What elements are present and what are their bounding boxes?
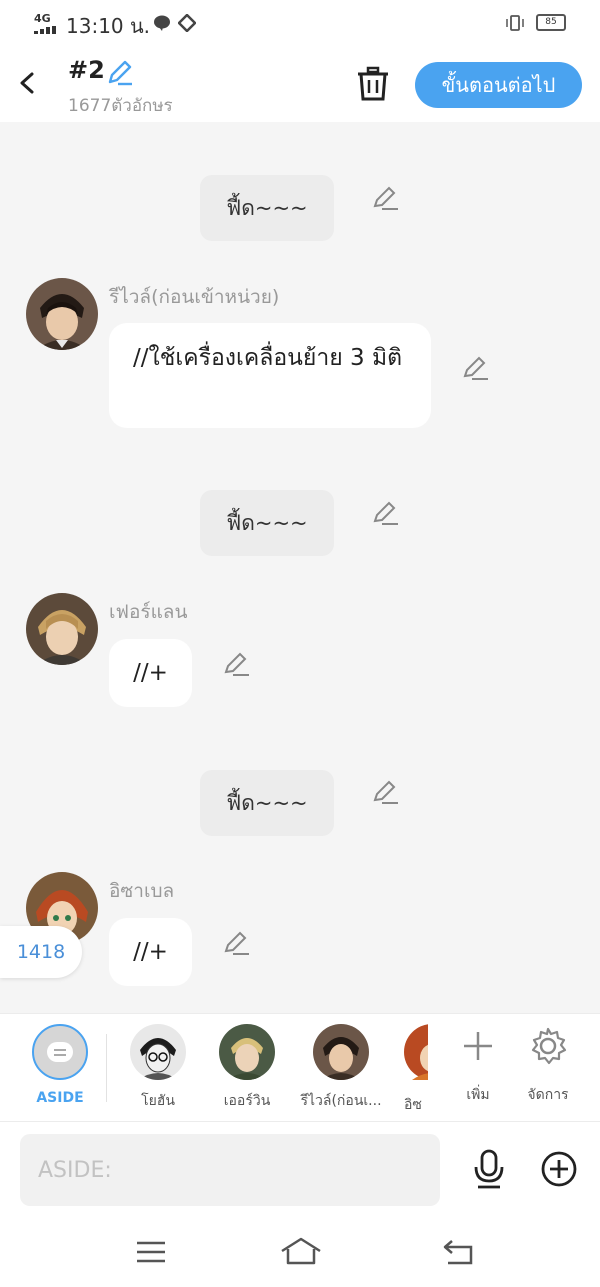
back-icon[interactable] bbox=[14, 68, 40, 98]
dialog-bubble[interactable]: //+ bbox=[109, 639, 192, 707]
line-app-icon bbox=[154, 15, 170, 31]
input-bar bbox=[0, 1121, 600, 1220]
status-right: 85 bbox=[505, 12, 566, 31]
aside-avatar bbox=[32, 1024, 88, 1080]
message-input[interactable] bbox=[20, 1134, 440, 1206]
character-bar: ASIDE โยฮัน เออร์วิน รีไวล์(ก่อนเ... อิซ… bbox=[0, 1013, 600, 1122]
back-nav-icon[interactable] bbox=[442, 1239, 474, 1265]
speaker-name: รีไวล์(ก่อนเข้าหน่วย) bbox=[109, 286, 280, 308]
character-levi[interactable]: รีไวล์(ก่อนเ... bbox=[300, 1024, 382, 1112]
dialog-bubble[interactable]: //ใช้เครื่องเคลื่อนย้าย 3 มิติ bbox=[109, 323, 431, 428]
character-label: ASIDE bbox=[36, 1090, 84, 1106]
network-indicator: 4G bbox=[34, 12, 51, 25]
chat-bubble-icon bbox=[47, 1042, 73, 1062]
avatar bbox=[313, 1024, 369, 1080]
avatar[interactable] bbox=[26, 593, 98, 665]
manage-characters-button[interactable]: จัดการ bbox=[516, 1026, 580, 1106]
speaker-name: อิซาเบล bbox=[109, 880, 175, 902]
navigation-diamond-icon bbox=[178, 14, 196, 32]
divider bbox=[106, 1034, 107, 1102]
manage-label: จัดการ bbox=[527, 1087, 569, 1103]
trash-icon[interactable] bbox=[356, 66, 390, 102]
farlan-avatar-icon bbox=[26, 593, 98, 665]
character-isabel[interactable]: อิซ bbox=[404, 1024, 428, 1116]
character-aside[interactable]: ASIDE bbox=[20, 1024, 100, 1106]
edit-icon[interactable] bbox=[223, 650, 251, 678]
signal-icon bbox=[34, 26, 56, 34]
edit-title-icon[interactable] bbox=[106, 58, 134, 86]
home-icon[interactable] bbox=[280, 1237, 322, 1265]
narration-bubble[interactable]: ฟี้ด~~~ bbox=[200, 770, 334, 836]
status-time: 13:10 น. bbox=[66, 14, 151, 38]
narration-bubble[interactable]: ฟี้ด~~~ bbox=[200, 490, 334, 556]
header: #2 1677ตัวอักษร ขั้นตอนต่อไป bbox=[0, 44, 600, 122]
character-count: 1677ตัวอักษร bbox=[68, 96, 173, 116]
avatar bbox=[219, 1024, 275, 1080]
menu-icon[interactable] bbox=[136, 1239, 166, 1265]
add-character-button[interactable]: เพิ่ม bbox=[446, 1026, 510, 1106]
narration-bubble[interactable]: ฟี้ด~~~ bbox=[200, 175, 334, 241]
microphone-icon[interactable] bbox=[472, 1149, 506, 1189]
chat-area: ฟี้ด~~~ รีไวล์(ก่อนเข้าหน่วย) //ใช้เครื่… bbox=[0, 122, 600, 1013]
character-erwin[interactable]: เออร์วิน bbox=[207, 1024, 287, 1112]
plus-icon bbox=[464, 1032, 492, 1060]
count-badge[interactable]: 1418 bbox=[0, 926, 82, 978]
erwin-avatar-icon bbox=[219, 1024, 275, 1080]
add-label: เพิ่ม bbox=[466, 1087, 490, 1103]
dialog-bubble[interactable]: //+ bbox=[109, 918, 192, 986]
edit-icon[interactable] bbox=[223, 929, 251, 957]
avatar bbox=[130, 1024, 186, 1080]
page-title: #2 bbox=[68, 56, 105, 84]
system-nav-bar bbox=[0, 1219, 600, 1287]
battery-indicator: 85 bbox=[536, 14, 566, 31]
next-step-button[interactable]: ขั้นตอนต่อไป bbox=[415, 62, 582, 108]
status-bar: 4G 13:10 น. 85 bbox=[0, 0, 600, 44]
character-label: อิซ bbox=[404, 1097, 422, 1113]
levi-avatar-icon bbox=[313, 1024, 369, 1080]
character-label: รีไวล์(ก่อนเ... bbox=[300, 1093, 382, 1109]
avatar[interactable] bbox=[26, 278, 98, 350]
edit-icon[interactable] bbox=[372, 778, 400, 806]
isabel-avatar-icon bbox=[404, 1024, 428, 1080]
edit-icon[interactable] bbox=[372, 184, 400, 212]
edit-icon[interactable] bbox=[372, 499, 400, 527]
add-circle-icon[interactable] bbox=[540, 1150, 578, 1188]
edit-icon[interactable] bbox=[462, 354, 490, 382]
character-label: เออร์วิน bbox=[223, 1093, 271, 1109]
character-johan[interactable]: โยฮัน bbox=[118, 1024, 198, 1112]
levi-avatar-icon bbox=[26, 278, 98, 350]
character-label: โยฮัน bbox=[141, 1093, 175, 1109]
gear-icon bbox=[531, 1027, 567, 1065]
speaker-name: เฟอร์แลน bbox=[109, 601, 188, 623]
johan-avatar-icon bbox=[130, 1024, 186, 1080]
vibrate-icon bbox=[506, 14, 524, 31]
